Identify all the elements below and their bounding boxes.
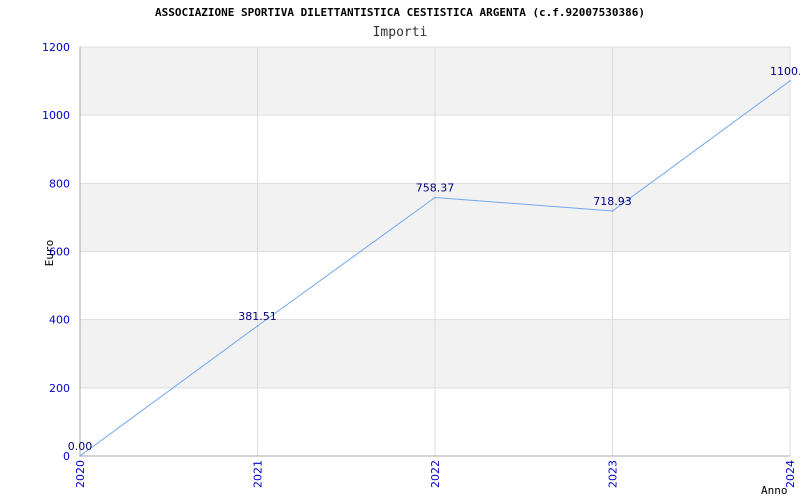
chart: ASSOCIAZIONE SPORTIVA DILETTANTISTICA CE… xyxy=(0,0,800,500)
x-tick-label: 2020 xyxy=(74,460,87,488)
y-tick-label: 800 xyxy=(49,177,70,190)
x-tick-label: 2023 xyxy=(607,460,620,488)
y-tick-label: 400 xyxy=(49,314,70,327)
y-axis-label: Euro xyxy=(43,240,56,267)
data-label: 0.00 xyxy=(68,440,93,453)
plot-area: 0200400600800100012002020 2021 2022 2023 202… xyxy=(42,41,800,497)
y-tick-label: 200 xyxy=(49,382,70,395)
data-label: 758.37 xyxy=(416,182,455,195)
y-tick-label: 1000 xyxy=(42,109,70,122)
x-tick-label: 2021 xyxy=(252,460,265,488)
data-label: 718.93 xyxy=(593,195,632,208)
x-axis-label: Anno xyxy=(761,484,788,497)
y-tick-label: 1200 xyxy=(42,41,70,54)
data-point xyxy=(434,196,436,199)
data-point xyxy=(79,455,81,457)
data-point xyxy=(611,210,614,212)
data-point xyxy=(789,80,791,82)
data-point xyxy=(256,325,259,327)
data-label: 1100.8 xyxy=(770,65,800,78)
x-tick-label: 2022 xyxy=(429,460,442,488)
data-label: 381.51 xyxy=(238,310,277,323)
